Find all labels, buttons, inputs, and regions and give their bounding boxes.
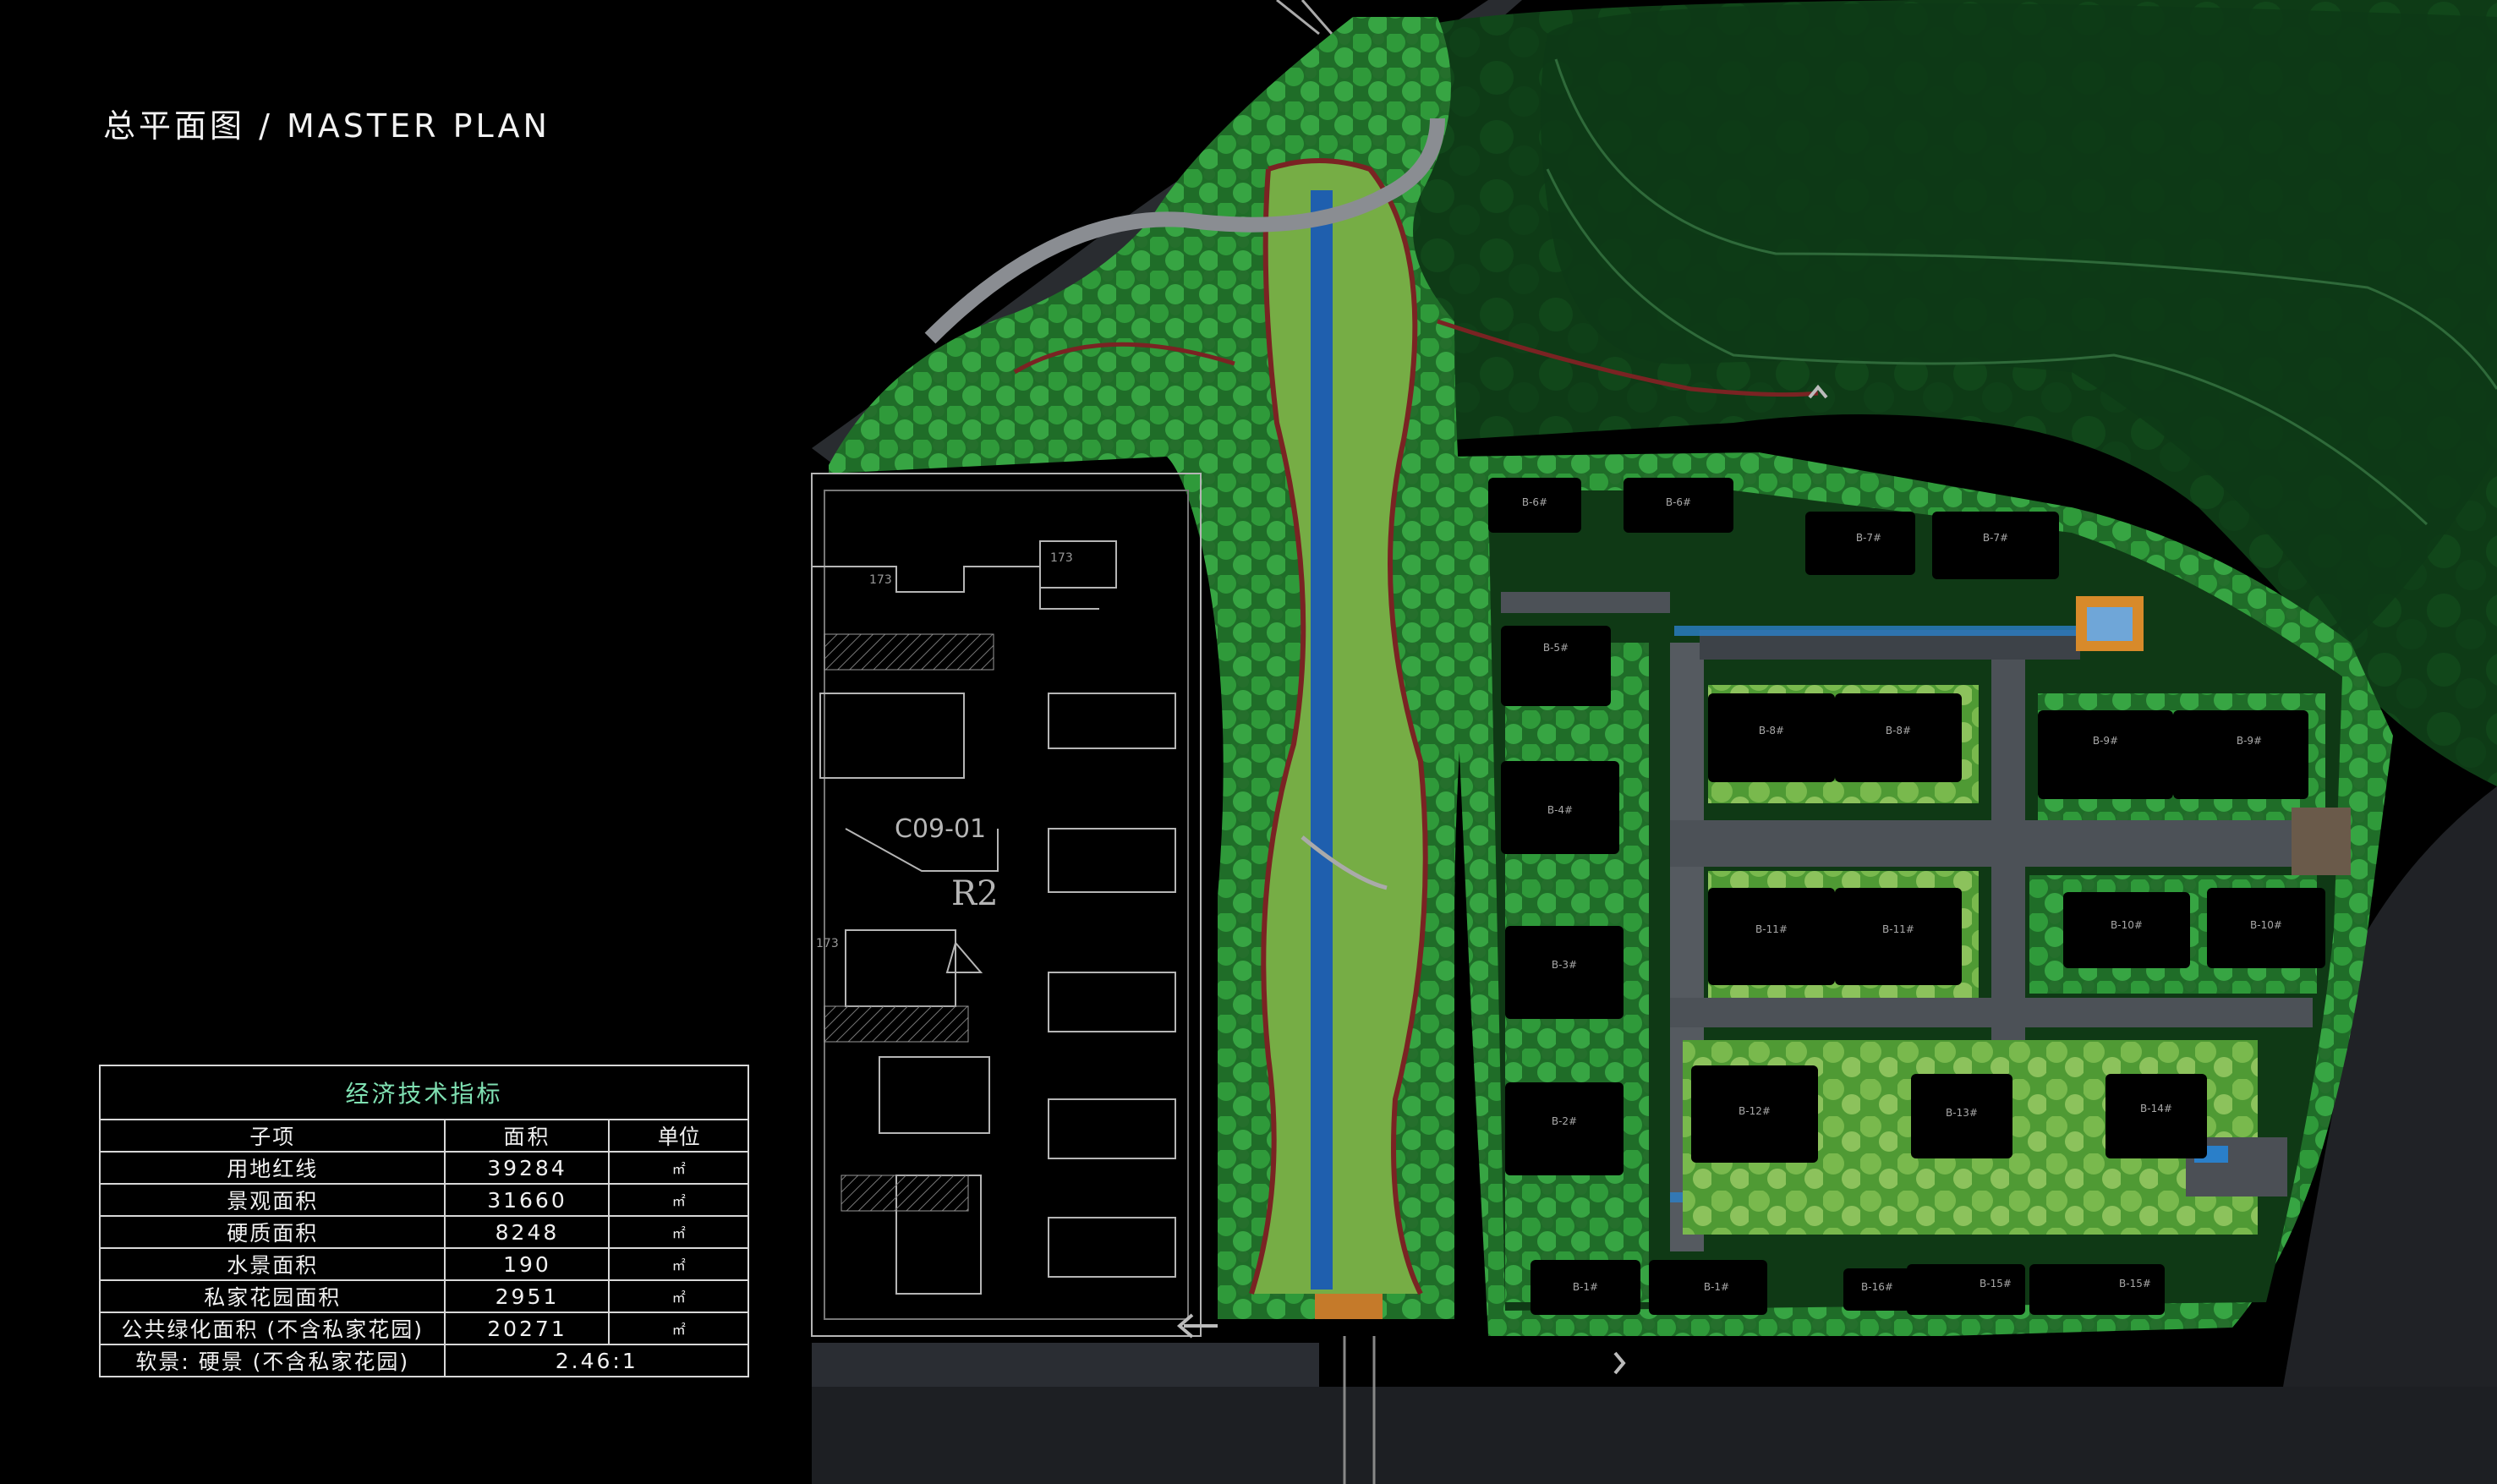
table-caption: 经济技术指标 (99, 1065, 749, 1120)
row-unit: ㎡ (608, 1151, 749, 1185)
building-label-b10a: B-10# (2111, 919, 2143, 931)
building-label-b6b: B-6# (1666, 496, 1691, 508)
building-label-b7b: B-7# (1983, 532, 2008, 544)
row-item: 用地红线 (98, 1151, 446, 1185)
building-label-b11b: B-11# (1882, 923, 1914, 935)
building-label-b15a: B-15# (1980, 1278, 2012, 1290)
building-label-b1a: B-1# (1573, 1281, 1598, 1293)
building-label-b9b: B-9# (2237, 735, 2262, 747)
entrance-arrow-south-icon (1613, 1351, 1626, 1375)
row-unit: ㎡ (608, 1183, 749, 1217)
row-unit: ㎡ (608, 1279, 749, 1313)
row-item: 水景面积 (98, 1247, 446, 1281)
table-row: 私家花园面积 2951 ㎡ (98, 1279, 749, 1313)
row-item: 私家花园面积 (98, 1279, 446, 1313)
header-unit: 单位 (608, 1119, 749, 1153)
row-area: 39284 (444, 1151, 611, 1185)
table-row: 公共绿化面积 (不含私家花园) 20271 ㎡ (98, 1312, 749, 1345)
master-plan-page: C09-01 R2 173 173 173 B-6# B-6# B-7# B-7… (0, 0, 2497, 1484)
row-item: 公共绿化面积 (不含私家花园) (98, 1312, 446, 1345)
building-label-b16: B-16# (1861, 1281, 1893, 1293)
building-label-b6a: B-6# (1522, 496, 1547, 508)
neighbor-label-1: 173 (869, 573, 892, 587)
building-label-b8a: B-8# (1759, 725, 1784, 737)
header-item: 子项 (98, 1119, 446, 1153)
neighbor-label-2: 173 (1050, 551, 1073, 565)
central-water-channel (1311, 190, 1333, 1290)
header-area: 面积 (444, 1119, 611, 1153)
building-label-b13: B-13# (1946, 1107, 1978, 1119)
building-label-b12: B-12# (1739, 1105, 1771, 1117)
page-title: 总平面图 / MASTER PLAN (103, 107, 550, 145)
table-header-row: 子项 面积 单位 (98, 1119, 749, 1153)
building-label-b5: B-5# (1543, 642, 1569, 654)
neighbor-label-3: 173 (816, 937, 839, 950)
site-code-label: C09-01 (895, 814, 986, 844)
table-ratio-row: 软景: 硬景 (不含私家花园) 2.46:1 (98, 1344, 749, 1377)
row-item: 景观面积 (98, 1183, 446, 1217)
table-row: 硬质面积 8248 ㎡ (98, 1215, 749, 1249)
building-label-b1b: B-1# (1704, 1281, 1729, 1293)
ratio-value: 2.46:1 (444, 1344, 749, 1377)
building-label-b14: B-14# (2140, 1103, 2172, 1114)
row-area: 31660 (444, 1183, 611, 1217)
building-label-b15b: B-15# (2119, 1278, 2151, 1290)
row-area: 8248 (444, 1215, 611, 1249)
residential-compound: B-6# B-6# B-7# B-7# B-5# B-8# B-8# B-9# … (1446, 452, 2393, 1336)
row-item: 硬质面积 (98, 1215, 446, 1249)
table-row: 水景面积 190 ㎡ (98, 1247, 749, 1281)
building-label-b7a: B-7# (1856, 532, 1881, 544)
building-label-b9a: B-9# (2093, 735, 2118, 747)
table-row: 景观面积 31660 ㎡ (98, 1183, 749, 1217)
table-row: 用地红线 39284 ㎡ (98, 1151, 749, 1185)
row-unit: ㎡ (608, 1247, 749, 1281)
row-unit: ㎡ (608, 1215, 749, 1249)
row-unit: ㎡ (608, 1312, 749, 1345)
ratio-item: 软景: 硬景 (不含私家花园) (98, 1344, 446, 1377)
zone-label: R2 (951, 874, 999, 913)
building-label-b11a: B-11# (1755, 923, 1788, 935)
building-label-b10b: B-10# (2250, 919, 2282, 931)
row-area: 190 (444, 1247, 611, 1281)
table-caption-row: 经济技术指标 (99, 1065, 749, 1120)
building-label-b8b: B-8# (1886, 725, 1911, 737)
row-area: 20271 (444, 1312, 611, 1345)
building-label-b3: B-3# (1552, 959, 1577, 971)
economic-indicators-table: 经济技术指标 子项 面积 单位 用地红线 39284 ㎡ 景观面积 31660 … (98, 1065, 749, 1377)
row-area: 2951 (444, 1279, 611, 1313)
building-label-b2: B-2# (1552, 1115, 1577, 1127)
building-label-b4: B-4# (1547, 804, 1573, 816)
entrance-arrow-west-icon (1176, 1313, 1218, 1339)
